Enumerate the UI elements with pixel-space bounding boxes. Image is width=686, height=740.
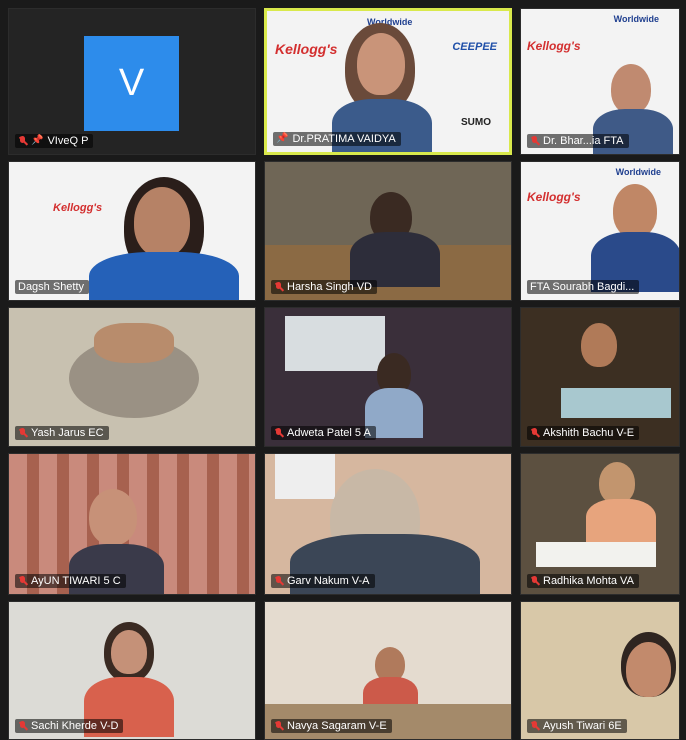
video-gallery: V 📌 VIveQ P Kellogg's Worldwide CEEPEE S… [8, 8, 680, 740]
name-tag: 📌 Dr.PRATIMA VAIDYA [273, 132, 401, 146]
mic-muted-icon [274, 281, 283, 293]
name-tag: Radhika Mohta VA [527, 574, 639, 588]
video-tile[interactable]: Akshith Bachu V-E [520, 307, 680, 447]
mic-muted-icon [18, 575, 27, 587]
name-tag: Akshith Bachu V-E [527, 426, 640, 440]
name-tag: Navya Sagaram V-E [271, 719, 392, 733]
pin-icon: 📌 [276, 133, 289, 144]
mic-muted-icon [18, 720, 27, 732]
mic-muted-icon [530, 135, 539, 147]
pin-icon: 📌 [31, 135, 44, 146]
video-tile[interactable]: Kellogg's Worldwide Dr. Bhar...ia FTA [520, 8, 680, 155]
mic-muted-icon [18, 135, 27, 147]
video-tile[interactable]: Kellogg's Dagsh Shetty [8, 161, 256, 301]
mic-muted-icon [18, 427, 27, 439]
name-tag: Garv Nakum V-A [271, 574, 375, 588]
video-tile[interactable]: Radhika Mohta VA [520, 453, 680, 595]
video-tile-active-speaker[interactable]: Kellogg's Worldwide CEEPEE SUMO 📌 Dr.PRA… [264, 8, 512, 155]
name-tag: Adweta Patel 5 A [271, 426, 376, 440]
name-tag: AyUN TIWARI 5 C [15, 574, 126, 588]
mic-muted-icon [274, 427, 283, 439]
name-tag: FTA Sourabh Bagdi... [527, 280, 640, 294]
avatar: V [84, 36, 179, 131]
mic-muted-icon [530, 720, 539, 732]
video-tile[interactable]: Sachi Kherde V-D [8, 601, 256, 740]
mic-muted-icon [530, 427, 539, 439]
video-tile[interactable]: Navya Sagaram V-E [264, 601, 512, 740]
mic-muted-icon [530, 575, 539, 587]
name-tag: Dagsh Shetty [15, 280, 90, 294]
video-tile[interactable]: V 📌 VIveQ P [8, 8, 256, 155]
name-tag: Sachi Kherde V-D [15, 719, 124, 733]
video-tile[interactable]: AyUN TIWARI 5 C [8, 453, 256, 595]
video-tile[interactable]: Adweta Patel 5 A [264, 307, 512, 447]
name-tag: Yash Jarus EC [15, 426, 109, 440]
video-tile[interactable]: Garv Nakum V-A [264, 453, 512, 595]
video-tile[interactable]: Ayush Tiwari 6E [520, 601, 680, 740]
video-tile[interactable]: Kellogg's Worldwide FTA Sourabh Bagdi... [520, 161, 680, 301]
mic-muted-icon [274, 575, 283, 587]
name-tag: Harsha Singh VD [271, 280, 377, 294]
name-tag: 📌 VIveQ P [15, 134, 94, 148]
name-tag: Dr. Bhar...ia FTA [527, 134, 629, 148]
mic-muted-icon [274, 720, 283, 732]
video-tile[interactable]: Yash Jarus EC [8, 307, 256, 447]
name-tag: Ayush Tiwari 6E [527, 719, 627, 733]
video-tile[interactable]: Harsha Singh VD [264, 161, 512, 301]
